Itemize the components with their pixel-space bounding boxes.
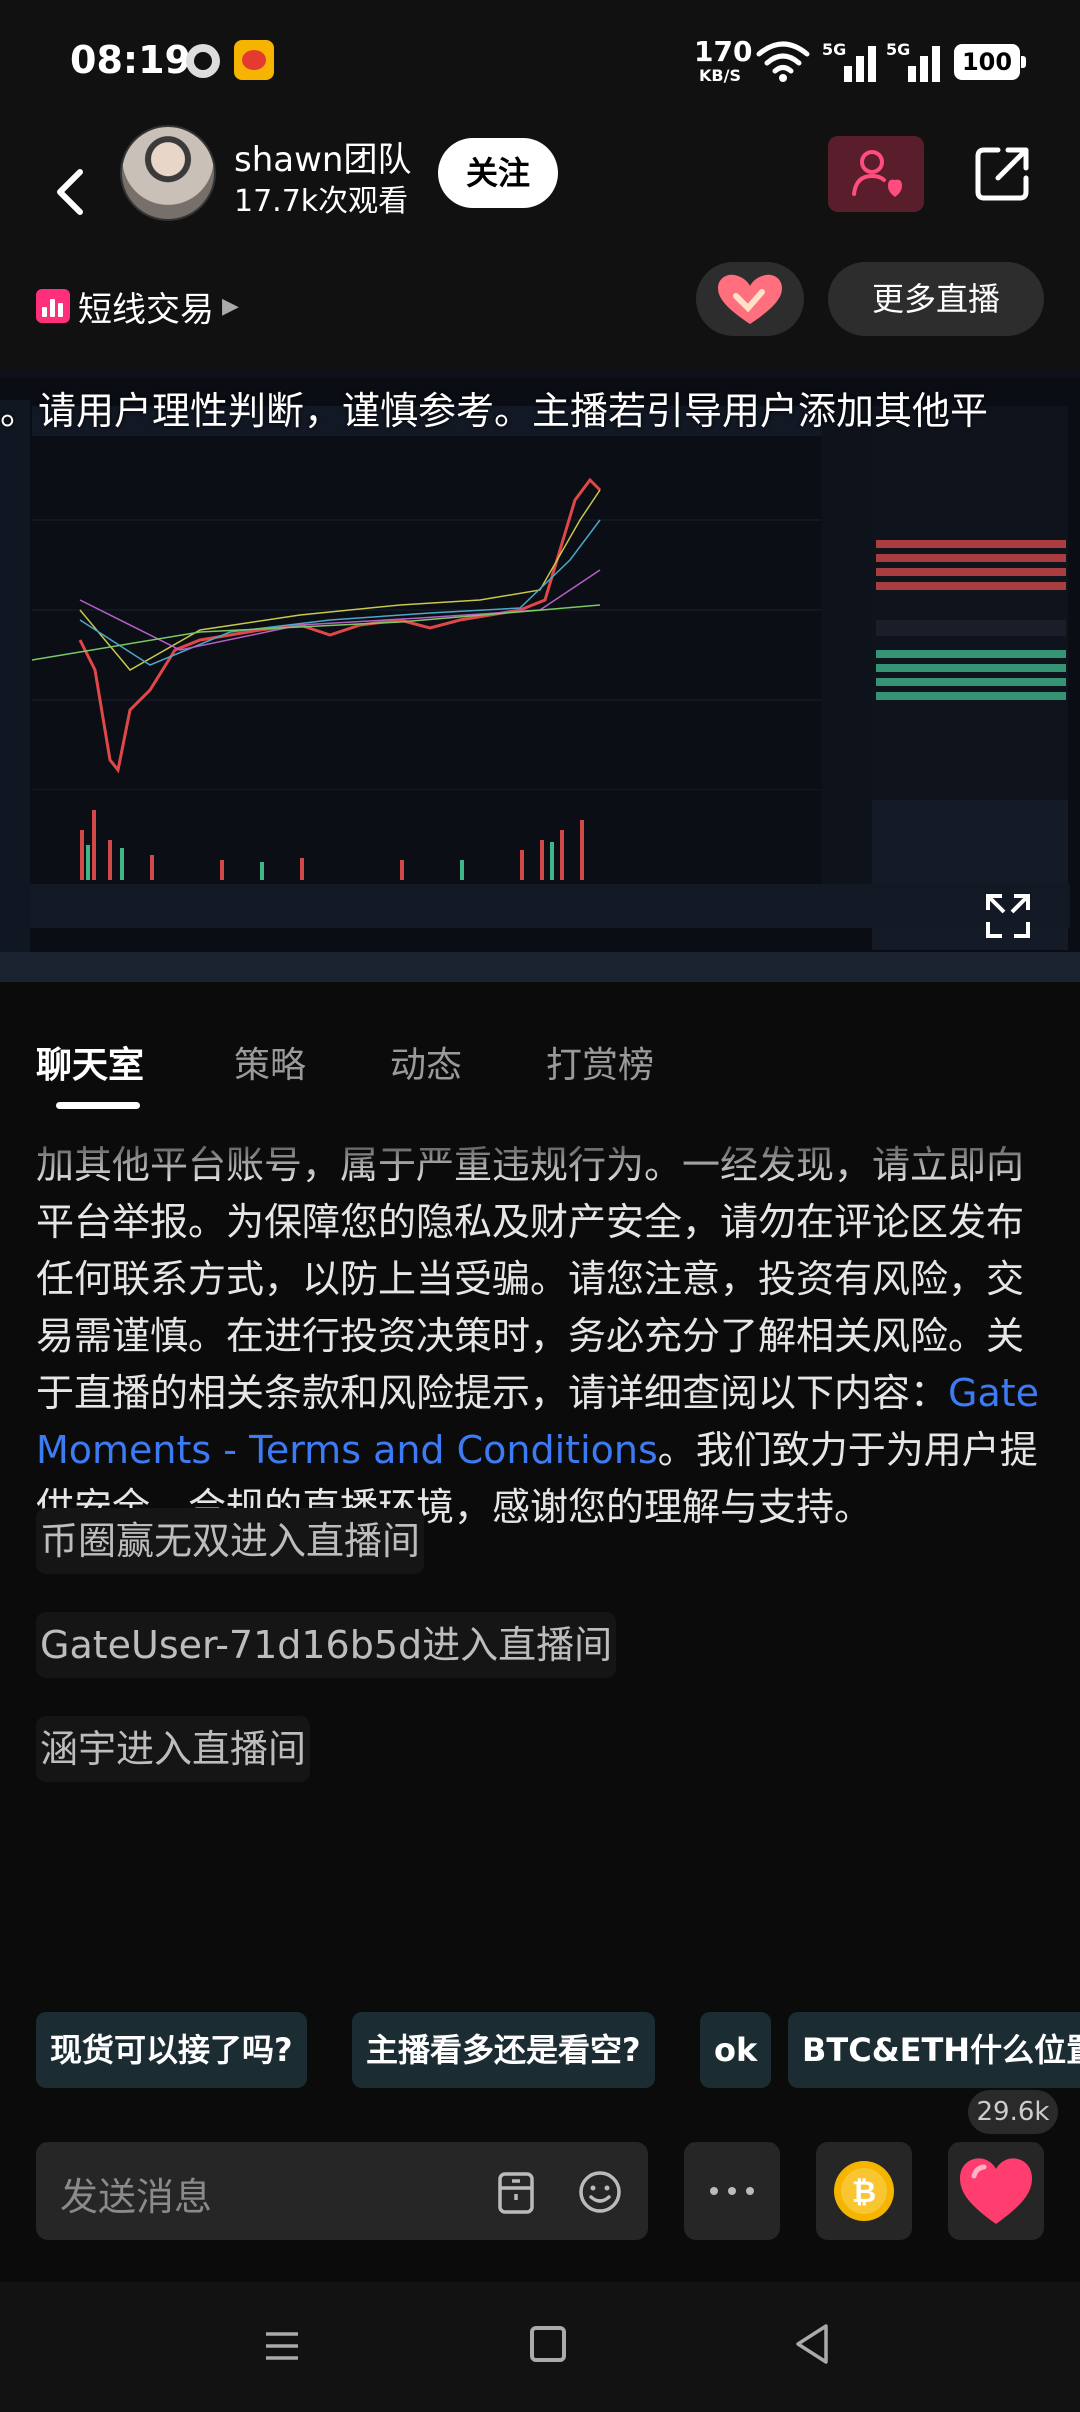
home-icon[interactable] xyxy=(530,2326,566,2362)
quick-reply-chip[interactable]: ok xyxy=(700,2012,772,2088)
tab-tip-ranking[interactable]: 打赏榜 xyxy=(546,1036,654,1088)
status-bar: 08:19 170 KB/S 5G 5G 100 xyxy=(0,0,1080,120)
view-count: 17.7k次观看 xyxy=(234,184,409,219)
signal-icon-1: 5G xyxy=(822,40,882,82)
chat-panel: 聊天室 策略 动态 打赏榜 加其他平台账号，属于严重违规行为。一经发现，请立即向… xyxy=(0,982,1080,2282)
category-label: 短线交易 xyxy=(78,289,214,330)
live-video-player[interactable]: 。请用户理性判断，谨慎参考。主播若引导用户添加其他平 xyxy=(0,370,1080,982)
host-name[interactable]: shawn团队 xyxy=(234,132,411,181)
share-icon[interactable] xyxy=(972,144,1032,204)
stream-screen-capture xyxy=(0,370,1080,982)
risk-notice-message: 加其他平台账号，属于严重违规行为。一经发现，请立即向平台举报。为保障您的隐私及财… xyxy=(36,1137,1046,1536)
tab-moments[interactable]: 动态 xyxy=(390,1036,462,1088)
recent-apps-icon[interactable] xyxy=(262,2326,302,2366)
network-speed-value: 170 xyxy=(694,35,753,68)
category-tag[interactable]: 短线交易 ▶ xyxy=(36,276,239,336)
fan-club-button[interactable] xyxy=(828,136,924,212)
status-time: 08:19 xyxy=(70,38,191,82)
tab-strategy[interactable]: 策略 xyxy=(234,1036,306,1088)
signal-icon-2: 5G xyxy=(886,40,946,82)
message-input[interactable]: 发送消息 xyxy=(36,2142,648,2240)
person-heart-icon xyxy=(852,150,902,197)
quick-reply-chip[interactable]: 现货可以接了吗? xyxy=(36,2012,307,2088)
more-live-button[interactable]: 更多直播 xyxy=(828,262,1044,336)
gift-handshake-button[interactable] xyxy=(696,262,804,336)
back-arrow-icon[interactable] xyxy=(42,152,98,232)
heart-icon xyxy=(960,2158,1032,2224)
tab-bar: 聊天室 策略 动态 打赏榜 xyxy=(0,982,1080,1109)
bitcoin-coin-icon: ₿ xyxy=(834,2161,894,2221)
like-button[interactable] xyxy=(948,2142,1044,2240)
ellipsis-icon xyxy=(710,2187,754,2195)
system-message: 涵宇进入直播间 xyxy=(36,1716,311,1782)
quick-reply-chip[interactable]: BTC&ETH什么位置 xyxy=(788,2012,1080,2088)
svg-text:₿: ₿ xyxy=(852,2175,876,2210)
play-triangle-icon: ▶ xyxy=(222,293,239,319)
live-header: shawn团队 17.7k次观看 关注 短线交易 ▶ 更多直播 xyxy=(0,120,1080,370)
fullscreen-icon[interactable] xyxy=(980,888,1036,944)
system-nav-bar xyxy=(0,2282,1080,2412)
active-tab-indicator xyxy=(56,1102,140,1109)
system-message: GateUser-71d16b5d进入直播间 xyxy=(36,1612,617,1678)
more-options-button[interactable] xyxy=(684,2142,780,2240)
wifi-icon xyxy=(756,41,810,82)
signal-label-1: 5G xyxy=(822,40,847,59)
notice-body: 加其他平台账号，属于严重违规行为。一经发现，请立即向平台举报。为保障您的隐私及财… xyxy=(36,1143,1025,1415)
message-placeholder: 发送消息 xyxy=(60,2175,213,2219)
host-avatar[interactable] xyxy=(120,125,216,221)
system-message: 币圈赢无双进入直播间 xyxy=(36,1508,425,1574)
notification-app-icon xyxy=(186,44,220,78)
scroll-fade xyxy=(0,1122,1080,1182)
risk-marquee: 。请用户理性判断，谨慎参考。主播若引导用户添加其他平 xyxy=(0,389,989,433)
nav-back-icon[interactable] xyxy=(792,2322,832,2366)
tip-coin-button[interactable]: ₿ xyxy=(816,2142,912,2240)
chart-bars-icon xyxy=(36,289,70,323)
battery-indicator: 100 xyxy=(954,44,1026,80)
composer-row: 发送消息 ₿ 29.6k xyxy=(0,2090,1080,2252)
network-speed: 170 KB/S xyxy=(694,35,753,85)
follow-button[interactable]: 关注 xyxy=(438,138,558,208)
emoji-icon[interactable] xyxy=(576,2168,624,2216)
tab-chatroom[interactable]: 聊天室 xyxy=(36,1036,144,1088)
network-speed-unit: KB/S xyxy=(699,66,741,85)
signal-label-2: 5G xyxy=(886,40,911,59)
clipboard-icon[interactable] xyxy=(492,2168,540,2216)
quick-reply-chip[interactable]: 主播看多还是看空? xyxy=(352,2012,655,2088)
handshake-heart-icon xyxy=(718,274,782,324)
weibo-app-icon xyxy=(234,40,274,80)
like-count-badge: 29.6k xyxy=(968,2090,1058,2134)
